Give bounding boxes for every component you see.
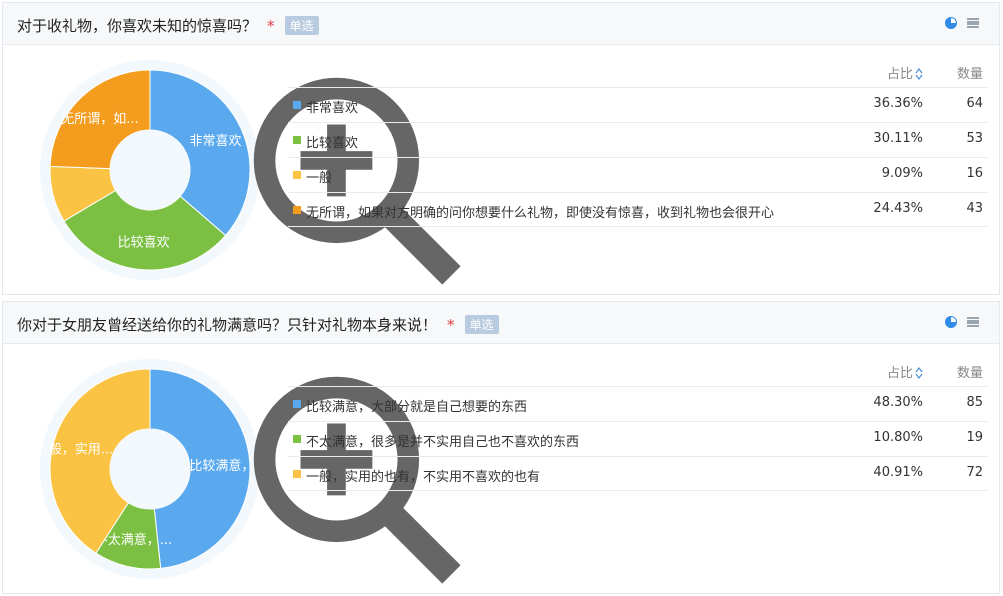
table-row: 比较喜欢 30.11% 53 bbox=[288, 122, 988, 157]
color-swatch bbox=[293, 101, 301, 109]
option-label: 无所谓，如果对方明确的问你想要什么礼物，即使没有惊喜，收到礼物也会很开心 bbox=[306, 206, 775, 221]
pie-slice-label: 无所谓，如... bbox=[61, 111, 138, 127]
option-label: 比较满意，大部分就是自己想要的东西 bbox=[306, 400, 528, 415]
option-count: 43 bbox=[966, 201, 983, 216]
percent-header: 占比 bbox=[886, 67, 913, 82]
option-percent: 36.36% bbox=[873, 96, 923, 111]
option-percent: 40.91% bbox=[873, 465, 923, 480]
chart-toggle-group bbox=[945, 17, 979, 29]
question-header: 对于收礼物，你喜欢未知的惊喜吗？ * 单选 bbox=[3, 3, 999, 45]
pie-chart-icon[interactable] bbox=[945, 316, 957, 328]
option-stats-table: 占比 数量 比较满意，大部分就是自己想要的东西 48.30% 85 不太满意，很多是… bbox=[288, 354, 988, 491]
option-count: 85 bbox=[966, 395, 983, 410]
pie-chart-svg: 比较满意，不太满意，...般，实用... bbox=[40, 359, 260, 579]
color-swatch bbox=[293, 470, 301, 478]
pie-chart: 比较满意， 不太满意，... 般，实用... bbox=[27, 352, 461, 584]
table-row: 非常喜欢 36.36% 64 bbox=[288, 87, 988, 122]
table-row: 一般 9.09% 16 bbox=[288, 157, 988, 192]
required-mark: * bbox=[267, 17, 275, 35]
table-row: 无所谓，如果对方明确的问你想要什么礼物，即使没有惊喜，收到礼物也会很开心 24.4… bbox=[288, 192, 988, 227]
question-title-text: 你对于女朋友曾经送给你的礼物满意吗？只针对礼物本身来说！ bbox=[17, 316, 438, 334]
option-percent: 10.80% bbox=[873, 430, 923, 445]
option-label: 不太满意，很多是并不实用自己也不喜欢的东西 bbox=[306, 435, 580, 450]
pie-slice-label: 非常喜欢 bbox=[189, 134, 241, 149]
color-swatch bbox=[293, 400, 301, 408]
question-card-1: 对于收礼物，你喜欢未知的惊喜吗？ * 单选 非常喜欢 比较喜欢 无所谓，如... 占比 … bbox=[2, 2, 1000, 295]
option-rows: 非常喜欢 36.36% 64 比较喜欢 30.11% 53 一般 9.09% 16 无所谓，… bbox=[288, 87, 988, 227]
color-swatch bbox=[293, 435, 301, 443]
option-rows: 比较满意，大部分就是自己想要的东西 48.30% 85 不太满意，很多是并不实用自己… bbox=[288, 386, 988, 491]
option-percent: 9.09% bbox=[881, 166, 923, 181]
option-count: 53 bbox=[966, 131, 983, 146]
question-title: 你对于女朋友曾经送给你的礼物满意吗？只针对礼物本身来说！ * 单选 bbox=[17, 314, 499, 335]
required-mark: * bbox=[447, 316, 455, 334]
option-label: 一般 bbox=[306, 171, 333, 186]
option-percent: 30.11% bbox=[873, 131, 923, 146]
question-type-badge: 单选 bbox=[284, 16, 319, 35]
table-row: 不太满意，很多是并不实用自己也不喜欢的东西 10.80% 19 bbox=[288, 421, 988, 456]
question-header: 你对于女朋友曾经送给你的礼物满意吗？只针对礼物本身来说！ * 单选 bbox=[3, 302, 999, 344]
option-stats-table: 占比 数量 非常喜欢 36.36% 64 比较喜欢 30.11% 53 一般 9.09% 1… bbox=[288, 55, 988, 227]
count-header: 数量 bbox=[956, 366, 983, 381]
option-label: 非常喜欢 bbox=[306, 101, 359, 116]
pie-chart: 非常喜欢 比较喜欢 无所谓，如... bbox=[27, 53, 461, 285]
option-count: 16 bbox=[966, 166, 983, 181]
pie-slice-label: 般，实用... bbox=[49, 442, 113, 458]
color-swatch bbox=[293, 206, 301, 214]
option-percent: 24.43% bbox=[873, 201, 923, 216]
chart-toggle-group bbox=[945, 316, 979, 328]
sort-by-percent[interactable]: 占比 bbox=[887, 362, 923, 381]
question-title: 对于收礼物，你喜欢未知的惊喜吗？ * 单选 bbox=[17, 15, 319, 36]
color-swatch bbox=[293, 136, 301, 144]
sort-icon bbox=[915, 367, 923, 379]
pie-center bbox=[110, 429, 190, 509]
question-type-badge: 单选 bbox=[464, 315, 499, 334]
option-percent: 48.30% bbox=[873, 395, 923, 410]
question-card-2: 你对于女朋友曾经送给你的礼物满意吗？只针对礼物本身来说！ * 单选 比较满意， 不太满… bbox=[2, 301, 1000, 594]
color-swatch bbox=[293, 171, 301, 179]
option-label: 比较喜欢 bbox=[306, 136, 359, 151]
table-row: 比较满意，大部分就是自己想要的东西 48.30% 85 bbox=[288, 386, 988, 421]
pie-chart-svg: 非常喜欢比较喜欢 无所谓，如... bbox=[40, 60, 260, 280]
option-count: 19 bbox=[966, 430, 983, 445]
count-header: 数量 bbox=[956, 67, 983, 82]
percent-header: 占比 bbox=[886, 366, 913, 381]
pie-slice-label: 比较喜欢 bbox=[118, 236, 170, 251]
table-header: 占比 数量 bbox=[288, 354, 988, 386]
pie-center bbox=[110, 130, 190, 210]
table-row: 一般，实用的也有，不实用不喜欢的也有 40.91% 72 bbox=[288, 456, 988, 491]
option-count: 64 bbox=[966, 96, 983, 111]
question-title-text: 对于收礼物，你喜欢未知的惊喜吗？ bbox=[17, 17, 258, 35]
sort-icon bbox=[915, 68, 923, 80]
option-label: 一般，实用的也有，不实用不喜欢的也有 bbox=[306, 470, 541, 485]
sort-by-percent[interactable]: 占比 bbox=[887, 63, 923, 82]
table-header: 占比 数量 bbox=[288, 55, 988, 87]
option-count: 72 bbox=[966, 465, 983, 480]
list-icon[interactable] bbox=[967, 317, 979, 327]
list-icon[interactable] bbox=[967, 18, 979, 28]
pie-chart-icon[interactable] bbox=[945, 17, 957, 29]
